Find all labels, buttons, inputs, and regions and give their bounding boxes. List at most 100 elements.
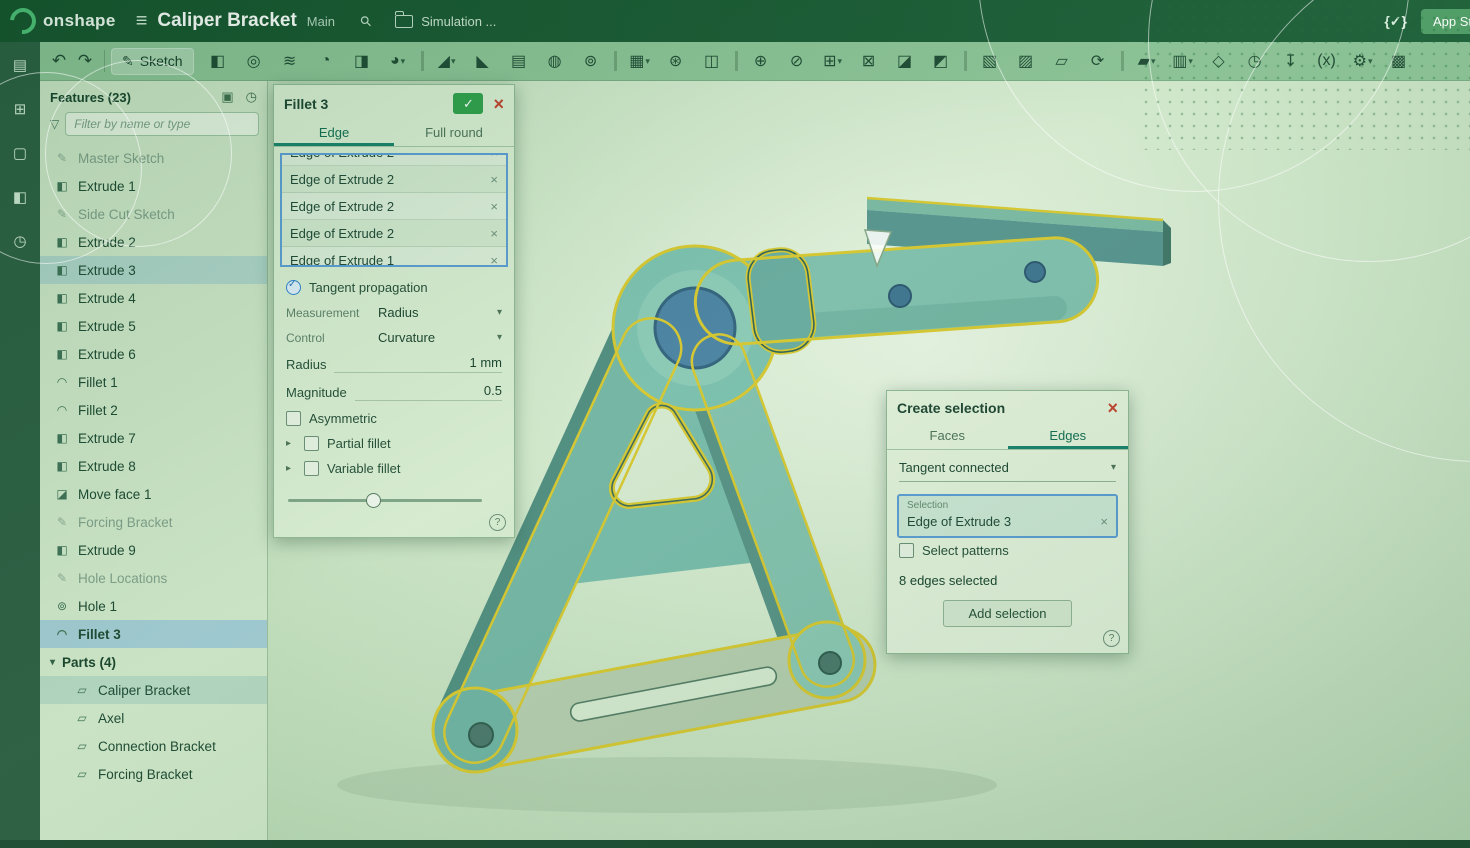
feature-filter-input[interactable]	[65, 112, 259, 136]
remove-selection-icon[interactable]: ×	[490, 153, 498, 160]
measurement-dropdown[interactable]: Radius	[378, 305, 418, 320]
feature-item[interactable]: ◠ Fillet 1	[40, 368, 267, 396]
assembly-icon[interactable]: ⊞	[14, 100, 27, 118]
linear-pattern-icon[interactable]: ▦ ▾	[622, 46, 658, 76]
custom-feature-icon[interactable]: ⚙ ▾	[1345, 46, 1381, 76]
part-item[interactable]: ▱ Caliper Bracket	[40, 676, 267, 704]
variable-icon[interactable]: (x)	[1309, 46, 1345, 76]
tab-full-round[interactable]: Full round	[394, 120, 514, 146]
onshape-logo[interactable]: onshape	[0, 8, 128, 34]
magnitude-input[interactable]: 0.5	[355, 383, 502, 401]
feature-item[interactable]: ◪ Move face 1	[40, 480, 267, 508]
slider-thumb[interactable]	[366, 493, 381, 508]
mirror-icon[interactable]: ◫	[694, 46, 730, 76]
feature-item[interactable]: ✎ Hole Locations	[40, 564, 267, 592]
chevron-right-icon[interactable]: ▸	[286, 438, 296, 449]
chevron-right-icon[interactable]: ▸	[286, 463, 296, 474]
tab-faces[interactable]: Faces	[887, 423, 1008, 449]
rollback-icon[interactable]: ◷	[246, 89, 257, 105]
shell-icon[interactable]: ◍	[537, 46, 573, 76]
replace-face-icon[interactable]: ◩	[923, 46, 959, 76]
measure-icon[interactable]: ◇	[1201, 46, 1237, 76]
featurescript-icon[interactable]: {✓}	[1384, 13, 1407, 30]
separator[interactable]	[964, 51, 967, 71]
extrude-icon[interactable]: ◧	[200, 46, 236, 76]
separator[interactable]	[1121, 51, 1124, 71]
sweep-icon[interactable]: ≋	[272, 46, 308, 76]
circular-pattern-icon[interactable]: ⊛	[658, 46, 694, 76]
help-icon[interactable]: ?	[1103, 630, 1120, 647]
remove-selection-icon[interactable]: ×	[490, 253, 498, 268]
feature-item[interactable]: ◧ Extrude 9	[40, 536, 267, 564]
selection-field[interactable]: Selection Edge of Extrude 3 ×	[897, 494, 1118, 538]
selection-item[interactable]: Edge of Extrude 1 ×	[282, 247, 506, 267]
feature-item[interactable]: ✎ Side Cut Sketch	[40, 200, 267, 228]
remove-selection-icon[interactable]: ×	[490, 172, 498, 187]
fillet-icon[interactable]: ◕ ▾	[380, 46, 416, 76]
frame-icon[interactable]: ▥ ▾	[1165, 46, 1201, 76]
revolve-icon[interactable]: ◎	[236, 46, 272, 76]
feature-item[interactable]: ◧ Extrude 3	[40, 256, 267, 284]
selection-item[interactable]: Edge of Extrude 2 ×	[282, 220, 506, 247]
separator[interactable]	[614, 51, 617, 71]
radius-input[interactable]: 1 mm	[334, 355, 502, 373]
control-dropdown[interactable]: Curvature	[378, 330, 435, 345]
add-selection-button[interactable]: Add selection	[943, 600, 1071, 627]
feature-item[interactable]: ◧ Extrude 5	[40, 312, 267, 340]
parts-list-icon[interactable]: ◧	[13, 188, 27, 206]
panel-toggle-icon[interactable]: ▣	[221, 89, 233, 105]
tangent-propagation-checkbox[interactable]	[286, 280, 301, 295]
selection-filter-dropdown[interactable]: Tangent connected ▾	[899, 460, 1116, 482]
hole-icon[interactable]: ⊚	[573, 46, 609, 76]
history-icon[interactable]: ◷	[13, 232, 26, 250]
plane-icon[interactable]: ▱	[1044, 46, 1080, 76]
transform-icon[interactable]: ⊞ ▾	[815, 46, 851, 76]
feature-item[interactable]: ✎ Forcing Bracket	[40, 508, 267, 536]
move-face-icon[interactable]: ◪	[887, 46, 923, 76]
boolean-icon[interactable]: ⊕	[743, 46, 779, 76]
close-icon[interactable]: ×	[493, 95, 504, 113]
delete-face-icon[interactable]: ⊠	[851, 46, 887, 76]
thicken-icon[interactable]: ◨	[344, 46, 380, 76]
select-patterns-checkbox[interactable]	[899, 543, 914, 558]
version-history-icon[interactable]: ◷	[1237, 46, 1273, 76]
rib-icon[interactable]: ▤	[501, 46, 537, 76]
feature-item[interactable]: ◠ Fillet 2	[40, 396, 267, 424]
fill-surface-icon[interactable]: ▨	[1008, 46, 1044, 76]
feature-item[interactable]: ◧ Extrude 7	[40, 424, 267, 452]
offset-surface-icon[interactable]: ▧	[972, 46, 1008, 76]
remove-selection-icon[interactable]: ×	[1100, 514, 1108, 529]
chamfer-icon[interactable]: ◢ ▾	[429, 46, 465, 76]
table-icon[interactable]: ▩	[1381, 46, 1417, 76]
split-icon[interactable]: ⊘	[779, 46, 815, 76]
separator[interactable]	[421, 51, 424, 71]
part-item[interactable]: ▱ Connection Bracket	[40, 732, 267, 760]
sketch-button[interactable]: ✎ Sketch	[111, 48, 194, 75]
document-title[interactable]: Caliper Bracket	[157, 10, 296, 32]
app-store-button[interactable]: App St	[1421, 9, 1470, 34]
separator[interactable]	[735, 51, 738, 71]
asymmetric-checkbox[interactable]	[286, 411, 301, 426]
selection-item[interactable]: Edge of Extrude 2 ×	[282, 166, 506, 193]
export-icon[interactable]: ↧	[1273, 46, 1309, 76]
feature-item[interactable]: ⊚ Hole 1	[40, 592, 267, 620]
feature-item[interactable]: ◧ Extrude 8	[40, 452, 267, 480]
feature-item[interactable]: ◧ Extrude 1	[40, 172, 267, 200]
draft-icon[interactable]: ◣	[465, 46, 501, 76]
remove-selection-icon[interactable]: ×	[490, 226, 498, 241]
feature-item[interactable]: ◠ Fillet 3	[40, 620, 267, 648]
sheet-metal-icon[interactable]: ▰ ▾	[1129, 46, 1165, 76]
redo-icon[interactable]: ↷	[72, 51, 98, 71]
comment-icon[interactable]: ▢	[13, 144, 27, 162]
feature-item[interactable]: ✎ Master Sketch	[40, 144, 267, 172]
part-item[interactable]: ▱ Forcing Bracket	[40, 760, 267, 788]
selection-item[interactable]: Edge of Extrude 2 ×	[282, 193, 506, 220]
parts-section-header[interactable]: ▾ Parts (4)	[40, 648, 267, 676]
confirm-button[interactable]: ✓	[453, 93, 483, 114]
undo-icon[interactable]: ↶	[46, 51, 72, 71]
tab-edge[interactable]: Edge	[274, 120, 394, 146]
link-icon[interactable]: ⚲	[356, 11, 375, 30]
loft-icon[interactable]: ◔	[308, 46, 344, 76]
fillet-slider[interactable]	[288, 493, 500, 507]
feature-item[interactable]: ◧ Extrude 6	[40, 340, 267, 368]
